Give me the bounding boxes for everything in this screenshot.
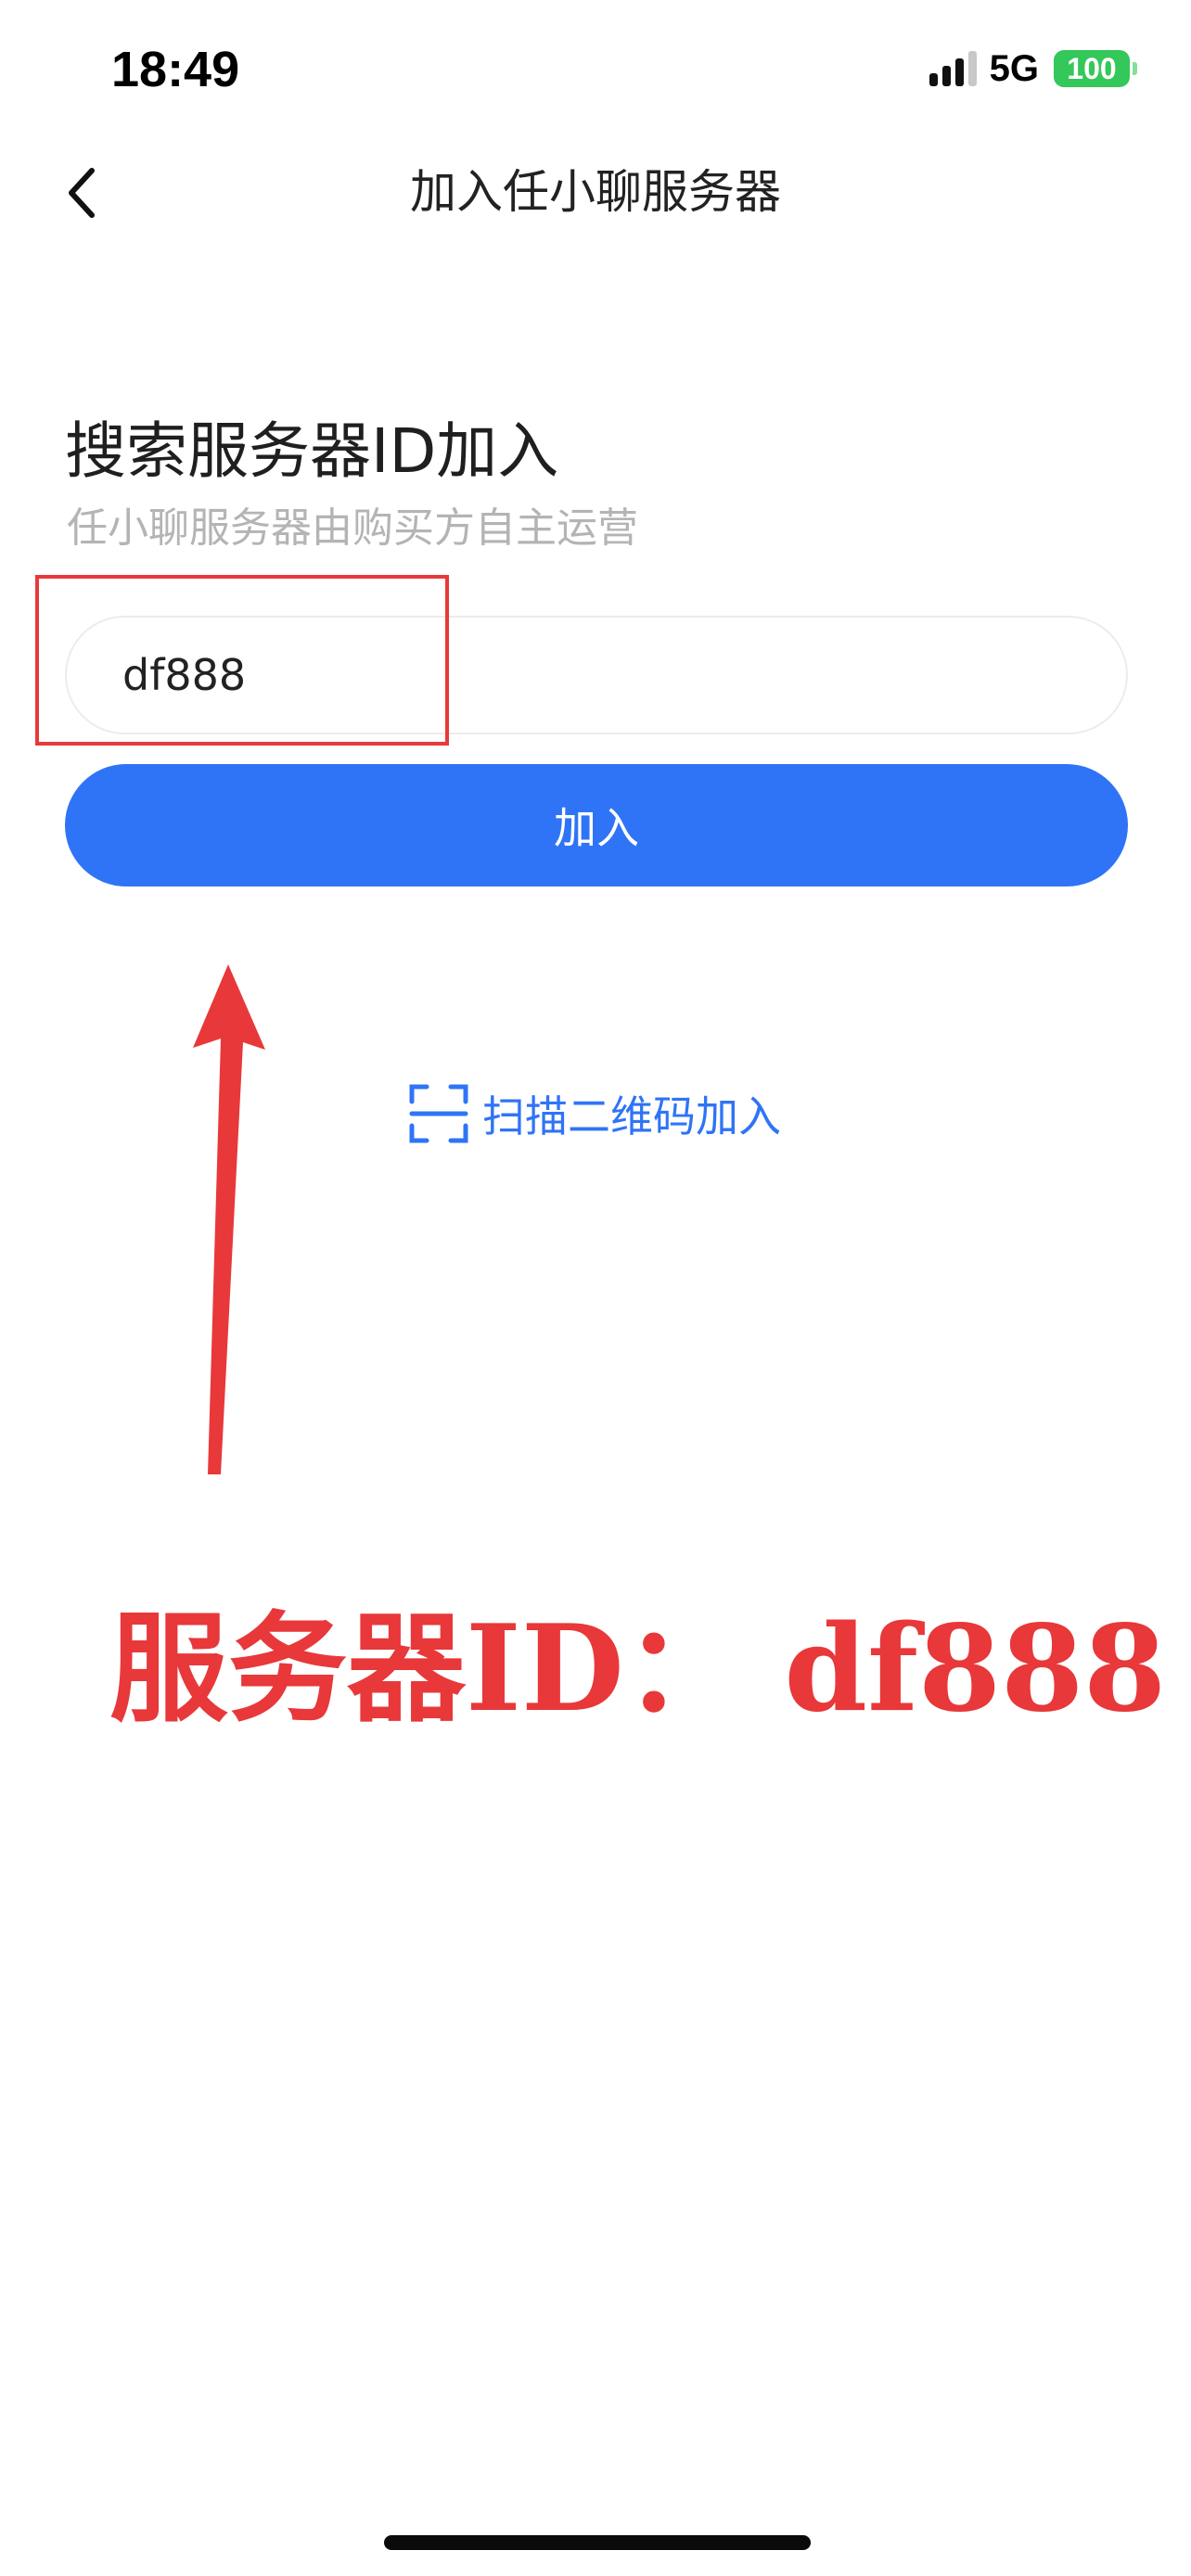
section-subheading: 任小聊服务器由购买方自主运营 (67, 504, 638, 552)
section-heading: 搜索服务器ID加入 (65, 415, 559, 487)
server-id-input[interactable] (67, 618, 1126, 733)
scan-qr-label: 扫描二维码加入 (482, 1091, 781, 1141)
status-time: 18:49 (111, 42, 240, 97)
status-indicators: 5G 100 (928, 41, 1137, 96)
page-title: 加入任小聊服务器 (410, 165, 781, 219)
scan-qr-link[interactable]: 扫描二维码加入 (408, 1081, 781, 1146)
cellular-signal-icon (928, 51, 977, 86)
server-id-field[interactable] (65, 616, 1128, 734)
network-type: 5G (989, 47, 1039, 89)
battery-cap (1133, 62, 1137, 75)
join-button[interactable]: 加入 (65, 764, 1128, 886)
battery-level: 100 (1067, 51, 1117, 85)
screen: 18:49 5G 100 加入任小聊服务器 搜索服务器ID加入 任小聊服务器由购… (0, 0, 1191, 2576)
annotation-arrow-icon (193, 964, 265, 1474)
home-indicator[interactable] (384, 2535, 811, 2550)
qr-scan-icon (409, 1084, 468, 1143)
battery-icon: 100 (1054, 50, 1130, 87)
annotation-text: 服务器ID： df888 (109, 1600, 1167, 1739)
